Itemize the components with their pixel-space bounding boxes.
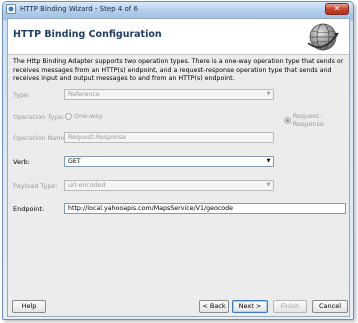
title-bar: HTTP Binding Wizard - Step 4 of 6 ✕ bbox=[3, 2, 353, 17]
verb-label: Verb: bbox=[13, 158, 30, 166]
wizard-window: HTTP Binding Wizard - Step 4 of 6 ✕ HTTP… bbox=[2, 1, 354, 320]
endpoint-input[interactable]: http://local.yahooapis.com/MapsService/V… bbox=[64, 203, 346, 214]
header-band: HTTP Binding Configuration bbox=[8, 19, 349, 55]
type-label: Type: bbox=[13, 91, 31, 99]
payload-type-select: url-encoded ▼ bbox=[64, 180, 274, 191]
payload-type-value: url-encoded bbox=[68, 182, 106, 189]
operation-name-label: Operation Name: bbox=[13, 134, 69, 142]
verb-select[interactable]: GET ▼ bbox=[64, 156, 274, 167]
radio-selected-icon bbox=[284, 116, 291, 124]
endpoint-label: Endpoint: bbox=[13, 205, 45, 213]
operation-name-field: Request-Response bbox=[64, 132, 274, 143]
dropdown-arrow-icon[interactable]: ▼ bbox=[264, 157, 273, 166]
radio-icon bbox=[65, 112, 72, 120]
window-title: HTTP Binding Wizard - Step 4 of 6 bbox=[20, 5, 138, 13]
operation-type-label: Operation Type: bbox=[13, 113, 65, 121]
wizard-content: HTTP Binding Configuration The Http Bind… bbox=[7, 18, 350, 317]
wizard-app-icon bbox=[6, 4, 16, 14]
type-select: Reference ▼ bbox=[64, 89, 274, 100]
close-button[interactable]: ✕ bbox=[325, 3, 349, 15]
description-text: The Http Binding Adapter supports two op… bbox=[13, 58, 344, 82]
one-way-label: One-way bbox=[74, 112, 103, 120]
finish-button: Finish bbox=[273, 300, 307, 313]
back-button[interactable]: < Back bbox=[199, 300, 229, 313]
verb-value: GET bbox=[68, 158, 81, 165]
type-value: Reference bbox=[68, 91, 100, 98]
dropdown-arrow-icon: ▼ bbox=[266, 91, 271, 97]
close-icon: ✕ bbox=[333, 4, 341, 13]
help-button[interactable]: Help bbox=[12, 300, 46, 313]
globe-icon bbox=[307, 23, 339, 51]
payload-type-label: Payload Type: bbox=[13, 182, 58, 190]
request-response-radio: Request-Response bbox=[284, 112, 349, 128]
dropdown-arrow-icon: ▼ bbox=[266, 182, 271, 188]
request-response-label: Request-Response bbox=[292, 112, 324, 128]
next-button[interactable]: Next > bbox=[232, 300, 268, 313]
cancel-button[interactable]: Cancel bbox=[312, 300, 348, 313]
page-title: HTTP Binding Configuration bbox=[13, 29, 162, 40]
one-way-radio: One-way bbox=[65, 112, 103, 120]
